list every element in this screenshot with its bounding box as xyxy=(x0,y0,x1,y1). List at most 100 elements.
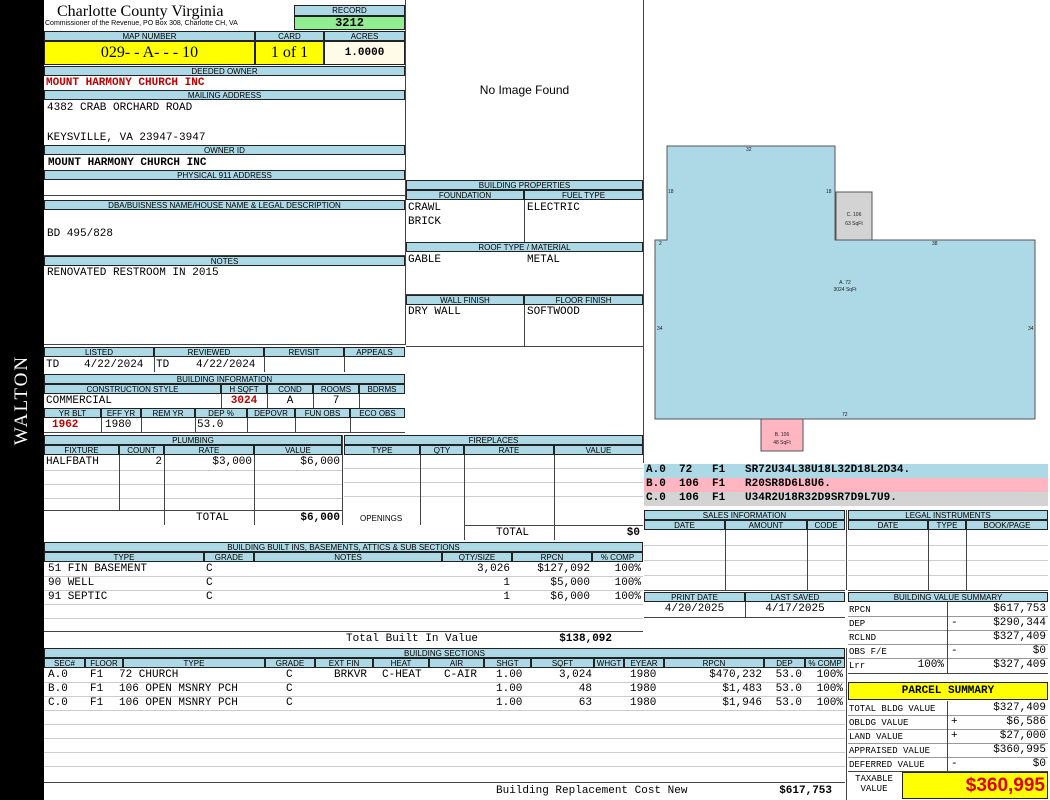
fuel-type-value: ELECTRIC xyxy=(527,202,580,214)
sections-header-extfin: EXT FIN xyxy=(315,658,373,668)
plumbing-fixture: HALFBATH xyxy=(46,456,99,468)
builtins-header-comp: % COMP xyxy=(592,552,643,562)
eco-obs-label: ECO OBS xyxy=(350,408,405,418)
building-properties-title: BUILDING PROPERTIES xyxy=(406,180,643,190)
mailing-address-line2: KEYSVILLE, VA 23947-3947 xyxy=(47,132,206,144)
sections-title: BUILDING SECTIONS xyxy=(44,648,845,658)
notes-label: NOTES xyxy=(44,256,405,266)
fireplaces-header-rate: RATE xyxy=(464,445,554,455)
builtin-row-1-qty: 3,026 xyxy=(476,563,510,575)
section-b-rpcn: $1,483 xyxy=(722,683,762,695)
section-a-shgt: 1.00 xyxy=(496,669,523,681)
vs-label-lrr: Lrr xyxy=(849,661,866,671)
parcel-value-obldg: $6,586 xyxy=(1006,716,1046,728)
roof-type-label: ROOF TYPE / MATERIAL xyxy=(406,242,643,252)
builtin-row-2-qty: 1 xyxy=(503,577,510,589)
sections-header-dep: DEP xyxy=(764,658,805,668)
hsqft-label: H SQFT xyxy=(221,384,267,394)
physical-address-label: PHYSICAL 911 ADDRESS xyxy=(44,170,405,180)
builtin-row-3-rpcn: $6,000 xyxy=(550,591,590,603)
taxable-label-1: TAXABLE xyxy=(855,774,893,784)
section-a-dep: 53.0 xyxy=(775,669,802,681)
taxable-label-2: VALUE xyxy=(860,784,888,794)
plumbing-header-rate: RATE xyxy=(164,445,254,455)
fireplaces-total-label: TOTAL xyxy=(496,527,530,539)
eff-yr-label: EFF YR xyxy=(101,408,141,418)
acres-value: 1.0000 xyxy=(324,41,405,65)
sketch-dim-a-top: 32 xyxy=(746,147,752,153)
wall-finish-value: DRY WALL xyxy=(408,306,461,318)
floor-finish-label: FLOOR FINISH xyxy=(524,295,643,305)
sketch-dim-right-top: 38 xyxy=(932,241,938,247)
sketch-label-a-area: 3024 SqFt xyxy=(833,287,857,293)
print-date-label: PRINT DATE xyxy=(644,592,745,602)
fireplaces-header-type: TYPE xyxy=(344,445,420,455)
plumbing-header-fixture: FIXTURE xyxy=(44,445,119,455)
owner-sidebar: WALTON xyxy=(0,0,44,800)
acres-label: ACRES xyxy=(324,31,405,41)
vs-value-rpcn: $617,753 xyxy=(993,603,1046,615)
wall-finish-label: WALL FINISH xyxy=(406,295,524,305)
legal-title: LEGAL INSTRUMENTS xyxy=(848,510,1048,520)
heated-sqft: 3024 xyxy=(230,395,258,407)
listed-label: LISTED xyxy=(44,347,154,357)
builtin-row-2-comp: 100% xyxy=(614,577,641,589)
sections-header-air: AIR xyxy=(429,658,484,668)
section-a-type: 72 CHURCH xyxy=(119,669,179,681)
builtin-row-1-rpcn: $127,092 xyxy=(537,563,590,575)
builtins-total: $138,092 xyxy=(559,633,612,645)
mailing-address-line1: 4382 CRAB ORCHARD ROAD xyxy=(47,102,193,114)
vs-value-rclnd: $327,409 xyxy=(993,631,1046,643)
listed-by: TD xyxy=(46,359,60,371)
parcel-value-deferred: $0 xyxy=(1032,758,1046,770)
rooms: 7 xyxy=(332,395,340,407)
builtins-total-label: Total Built In Value xyxy=(346,633,479,645)
section-b-floor: F1 xyxy=(90,683,104,695)
builtin-row-2-rpcn: $5,000 xyxy=(550,577,590,589)
plumbing-header-value: VALUE xyxy=(254,445,342,455)
building-info-title: BUILDING INFORMATION xyxy=(44,374,405,384)
section-b-sec: B.0 xyxy=(48,683,68,695)
appeals-label: APPEALS xyxy=(344,347,405,357)
yr-built-label: YR BLT xyxy=(44,408,101,418)
section-c-floor: F1 xyxy=(90,697,104,709)
sections-header-sec: SEC# xyxy=(44,658,85,668)
sketch-dim-step: 2 xyxy=(659,241,662,247)
commissioner-address: Commissioner of the Revenue, PO Box 308,… xyxy=(45,20,238,27)
fuel-type-label: FUEL TYPE xyxy=(524,190,643,200)
builtin-row-3-type: 91 SEPTIC xyxy=(48,591,108,603)
section-a-floor: F1 xyxy=(90,669,104,681)
revisit-label: REVISIT xyxy=(264,347,344,357)
notes-value: RENOVATED RESTROOM IN 2015 xyxy=(47,267,219,279)
deeded-owner-label: DEEDED OWNER xyxy=(44,66,405,76)
sketch-dim-bottom: 72 xyxy=(842,412,848,418)
legal-header-date: DATE xyxy=(848,520,928,530)
builtin-row-1-grade: C xyxy=(206,563,213,575)
builtins-header-notes: NOTES xyxy=(254,552,442,562)
effective-year: 1980 xyxy=(105,419,132,431)
legal-header-bookpage: BOOK/PAGE xyxy=(966,520,1048,530)
listed-date: 4/22/2024 xyxy=(84,359,144,371)
section-c-eyear: 1980 xyxy=(630,697,657,709)
builtin-row-2-grade: C xyxy=(206,577,213,589)
plumbing-title: PLUMBING xyxy=(44,435,342,445)
sections-header-whgt: WHGT xyxy=(594,658,624,668)
vs-pct-lrr: 100% xyxy=(917,659,944,671)
sections-header-sqft: SQFT xyxy=(531,658,594,668)
record-number: 3212 xyxy=(294,16,405,30)
depreciation-pct: 53.0 xyxy=(197,419,224,431)
section-a-eyear: 1980 xyxy=(630,669,657,681)
last-saved-label: LAST SAVED xyxy=(745,592,845,602)
builtins-header-type: TYPE xyxy=(44,552,204,562)
sketch-label-a-name: A. 72 xyxy=(839,280,851,286)
plumbing-value: $6,000 xyxy=(300,456,340,468)
owner-id: MOUNT HARMONY CHURCH INC xyxy=(48,157,207,169)
roof-type-value: GABLE xyxy=(408,254,442,266)
sections-header-shgt: SHGT xyxy=(484,658,531,668)
card-number: 1 of 1 xyxy=(255,41,324,65)
fireplaces-total: $0 xyxy=(626,527,640,539)
sketch-label-c-area: 63 SqFt xyxy=(845,221,863,227)
section-a-sqft: 3,024 xyxy=(558,669,592,681)
mailing-address-label: MAILING ADDRESS xyxy=(44,90,405,100)
deeded-owner: MOUNT HARMONY CHURCH INC xyxy=(46,77,205,89)
